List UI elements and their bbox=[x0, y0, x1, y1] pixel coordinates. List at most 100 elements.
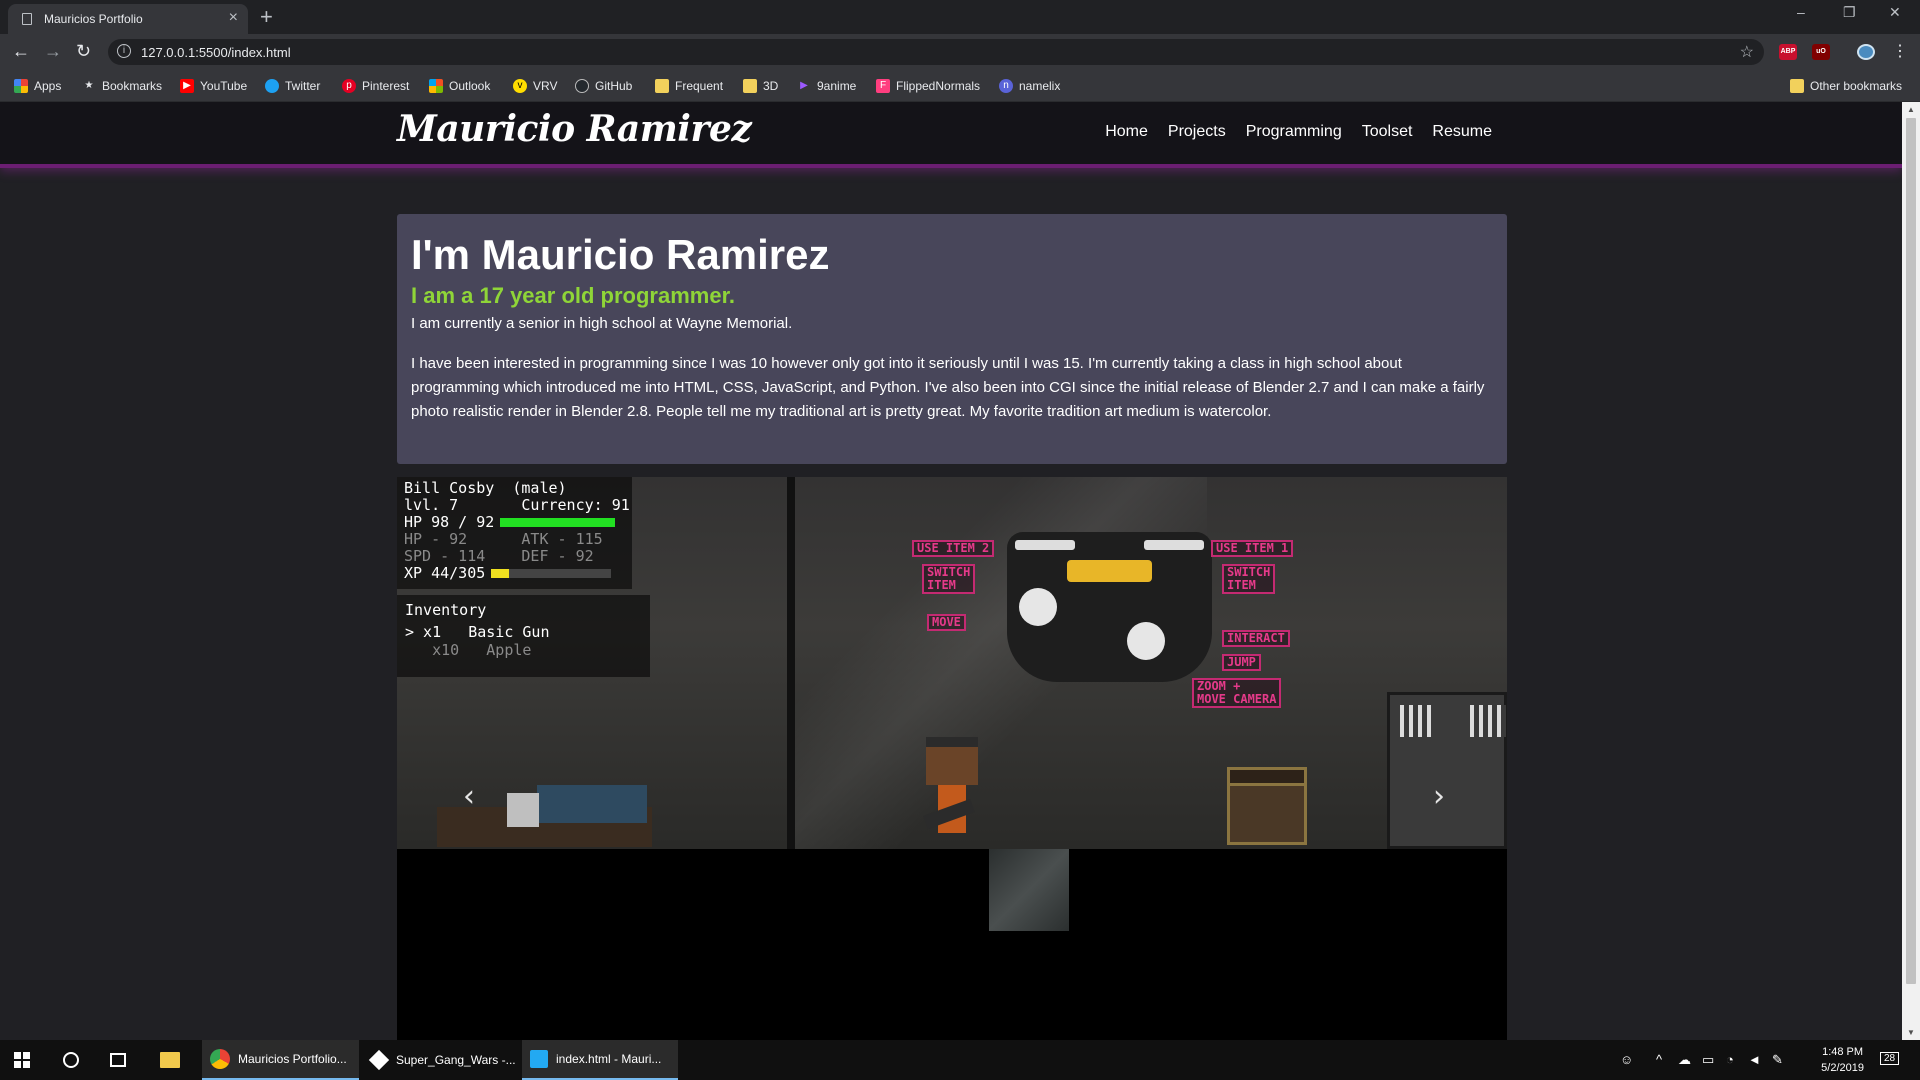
forward-arrow-icon[interactable]: → bbox=[44, 41, 62, 62]
intro-paragraph-2: I have been interested in programming si… bbox=[411, 355, 1485, 420]
bookmarks-bar: Apps ★ Bookmarks ▶ YouTube Twitter p Pin… bbox=[0, 70, 1920, 102]
controls-diagram: USE ITEM 2 USE ITEM 1 SWITCH ITEM SWITCH… bbox=[912, 532, 1307, 722]
nav-resume[interactable]: Resume bbox=[1432, 123, 1492, 141]
tray-chevron-icon[interactable]: ^ bbox=[1656, 1052, 1662, 1067]
close-window-button[interactable]: ✕ bbox=[1889, 4, 1901, 21]
adblock-plus-icon[interactable]: ABP bbox=[1779, 44, 1797, 60]
bookmark-label: FlippedNormals bbox=[896, 79, 981, 93]
bookmark-bookmarks[interactable]: ★ Bookmarks bbox=[82, 78, 163, 94]
site-brand[interactable]: Mauricio Ramirez bbox=[397, 108, 752, 150]
menu-kebab-icon[interactable]: ⋮ bbox=[1892, 41, 1908, 61]
twitter-icon bbox=[265, 79, 279, 93]
notifications-icon[interactable]: 28 bbox=[1880, 1052, 1900, 1065]
pen-icon[interactable]: ✎ bbox=[1772, 1052, 1783, 1068]
page-favicon-icon bbox=[22, 13, 32, 25]
nav-toolset[interactable]: Toolset bbox=[1362, 123, 1413, 141]
volume-icon[interactable]: ◄ bbox=[1748, 1052, 1761, 1067]
bookmark-star-icon[interactable]: ☆ bbox=[1740, 42, 1754, 62]
bookmark-label: YouTube bbox=[200, 79, 248, 93]
carousel-prev-button[interactable]: ‹ bbox=[449, 777, 489, 817]
scroll-down-icon[interactable]: ▼ bbox=[1907, 1028, 1915, 1037]
bookmark-9anime[interactable]: ▶ 9anime bbox=[797, 78, 856, 94]
inventory-title: Inventory bbox=[405, 601, 487, 619]
task-view-icon[interactable] bbox=[110, 1053, 126, 1067]
bookmark-label: Outlook bbox=[449, 79, 491, 93]
bookmark-label: GitHub bbox=[595, 79, 633, 93]
bookmark-youtube[interactable]: ▶ YouTube bbox=[180, 78, 247, 94]
site-info-icon[interactable]: i bbox=[117, 44, 131, 58]
taskbar-app-vscode[interactable]: index.html - Mauri... bbox=[522, 1040, 678, 1080]
bookmark-other[interactable]: Other bookmarks bbox=[1790, 78, 1902, 94]
bookmark-label: Other bookmarks bbox=[1810, 79, 1903, 93]
bookmark-apps[interactable]: Apps bbox=[14, 78, 61, 94]
hud-stats-1: HP - 92 ATK - 115 bbox=[404, 530, 603, 548]
bookmark-label: 3D bbox=[763, 79, 779, 93]
new-tab-button[interactable]: + bbox=[260, 4, 273, 30]
reload-icon[interactable]: ↻ bbox=[76, 41, 91, 62]
file-explorer-icon[interactable] bbox=[160, 1052, 180, 1068]
nav-home[interactable]: Home bbox=[1105, 123, 1148, 141]
profile-avatar-icon[interactable] bbox=[1857, 44, 1875, 60]
control-label-interact: INTERACT bbox=[1222, 630, 1290, 647]
clock-time: 1:48 PM bbox=[1822, 1046, 1864, 1058]
nav-programming[interactable]: Programming bbox=[1246, 123, 1342, 141]
scroll-up-icon[interactable]: ▲ bbox=[1907, 105, 1915, 114]
apps-grid-icon bbox=[14, 79, 28, 93]
control-label-use-item-2: USE ITEM 2 bbox=[912, 540, 995, 557]
people-icon[interactable]: ☺ bbox=[1620, 1052, 1633, 1067]
scrollbar-thumb[interactable] bbox=[1906, 118, 1916, 984]
inventory-item: > x1 Basic Gun bbox=[405, 623, 550, 641]
game-floor-block bbox=[989, 849, 1069, 931]
flippednormals-icon: F bbox=[876, 79, 890, 93]
page-scrollbar[interactable]: ▲ ▼ bbox=[1902, 102, 1920, 1040]
cortana-search-icon[interactable] bbox=[63, 1052, 79, 1068]
control-label-switch-item-right: SWITCH ITEM bbox=[1222, 564, 1276, 594]
browser-tab[interactable]: Mauricios Portfolio × bbox=[8, 4, 248, 34]
bookmark-twitter[interactable]: Twitter bbox=[265, 78, 320, 94]
hp-bar bbox=[500, 518, 616, 527]
bookmark-pinterest[interactable]: p Pinterest bbox=[342, 78, 409, 94]
bookmark-flippednormals[interactable]: F FlippedNormals bbox=[876, 78, 980, 94]
bookmark-label: Pinterest bbox=[362, 79, 410, 93]
taskbar-app-unity[interactable]: Super_Gang_Wars -... bbox=[362, 1040, 518, 1080]
taskbar-app-chrome[interactable]: Mauricios Portfolio... bbox=[202, 1040, 359, 1080]
player-stats-hud: Bill Cosby (male) lvl. 7 Currency: 91 HP… bbox=[397, 477, 632, 589]
control-label-use-item-1: USE ITEM 1 bbox=[1211, 540, 1294, 557]
back-arrow-icon[interactable]: ← bbox=[12, 41, 30, 62]
windows-start-icon[interactable] bbox=[14, 1052, 30, 1068]
bookmark-namelix[interactable]: n namelix bbox=[999, 78, 1060, 94]
control-label-switch-item-left: SWITCH ITEM bbox=[922, 564, 976, 594]
bookmark-frequent[interactable]: Frequent bbox=[655, 78, 723, 94]
bookmark-vrv[interactable]: v VRV bbox=[513, 78, 557, 94]
intro-card: I'm Mauricio Ramirez I am a 17 year old … bbox=[397, 214, 1507, 464]
vrv-icon: v bbox=[513, 79, 527, 93]
game-screenshot-carousel[interactable]: USE ITEM 2 USE ITEM 1 SWITCH ITEM SWITCH… bbox=[397, 477, 1507, 1040]
bookmark-label: Twitter bbox=[285, 79, 321, 93]
bookmark-label: Frequent bbox=[675, 79, 724, 93]
game-locker bbox=[1387, 692, 1507, 849]
taskbar-app-label: index.html - Mauri... bbox=[556, 1052, 662, 1066]
bookmark-label: 9anime bbox=[817, 79, 857, 93]
restore-button[interactable]: ❐ bbox=[1843, 4, 1856, 21]
gamepad-icon bbox=[1007, 532, 1212, 682]
battery-icon[interactable]: ▭ bbox=[1702, 1052, 1714, 1068]
minimize-button[interactable]: – bbox=[1797, 4, 1805, 20]
hud-name: Bill Cosby (male) bbox=[404, 479, 567, 497]
nav-projects[interactable]: Projects bbox=[1168, 123, 1226, 141]
intro-heading: I'm Mauricio Ramirez bbox=[411, 231, 830, 278]
bookmark-3d[interactable]: 3D bbox=[743, 78, 778, 94]
folder-icon bbox=[655, 79, 669, 93]
wifi-icon[interactable]: ◔ bbox=[1726, 1052, 1734, 1067]
hud-level-currency: lvl. 7 Currency: 91 bbox=[404, 496, 630, 514]
address-bar[interactable]: i 127.0.0.1:5500/index.html ☆ bbox=[108, 39, 1764, 65]
bookmark-outlook[interactable]: Outlook bbox=[429, 78, 490, 94]
onedrive-icon[interactable]: ☁ bbox=[1678, 1052, 1691, 1068]
carousel-next-button[interactable]: › bbox=[1419, 777, 1459, 817]
system-clock[interactable]: 1:48 PM 5/2/2019 bbox=[1821, 1044, 1864, 1076]
tab-close-icon[interactable]: × bbox=[229, 9, 238, 27]
nav-links: Home Projects Programming Toolset Resume bbox=[1105, 123, 1492, 141]
ublock-origin-icon[interactable]: uO bbox=[1812, 44, 1830, 60]
intro-subheading: I am a 17 year old programmer. bbox=[411, 283, 736, 308]
bookmark-github[interactable]: GitHub bbox=[575, 78, 632, 94]
intro-paragraph-1: I am currently a senior in high school a… bbox=[411, 315, 793, 332]
